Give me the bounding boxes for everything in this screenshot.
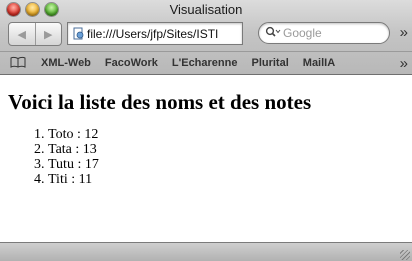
window-title: Visualisation <box>169 2 243 17</box>
window-chrome: Visualisation ◀ ▶ file:///Users/jfp/Site… <box>0 0 412 75</box>
forward-arrow-icon: ▶ <box>44 28 53 41</box>
bookmarks-bar: XML-Web FacoWork L'Echarenne Plurital Ma… <box>0 51 412 74</box>
toolbar: ◀ ▶ file:///Users/jfp/Sites/ISTI Google … <box>0 21 412 47</box>
bookmarks-overflow-button[interactable]: » <box>400 55 408 72</box>
page-content: Voici la liste des noms et des notes Tot… <box>0 75 412 242</box>
list-item: Titi : 11 <box>48 172 412 187</box>
list-item: Tata : 13 <box>48 142 412 157</box>
grades-list: Toto : 12 Tata : 13 Tutu : 17 Titi : 11 <box>0 127 412 187</box>
toolbar-overflow-button[interactable]: » <box>400 24 408 41</box>
address-bar[interactable]: file:///Users/jfp/Sites/ISTI <box>67 22 243 45</box>
bookmark-item[interactable]: FacoWork <box>98 57 165 69</box>
back-arrow-icon: ◀ <box>17 28 26 41</box>
list-item: Toto : 12 <box>48 127 412 142</box>
list-item: Tutu : 17 <box>48 157 412 172</box>
bookmark-item[interactable]: MailIA <box>296 57 342 69</box>
bookmarks-book-icon[interactable] <box>10 56 26 71</box>
forward-button[interactable]: ▶ <box>34 23 62 45</box>
resize-grip-icon[interactable] <box>400 250 410 260</box>
search-placeholder: Google <box>283 26 322 40</box>
search-icon <box>265 26 283 41</box>
bookmark-item[interactable]: XML-Web <box>34 57 98 69</box>
bookmark-item[interactable]: L'Echarenne <box>165 57 245 69</box>
nav-buttons: ◀ ▶ <box>8 22 62 46</box>
search-field[interactable]: Google <box>258 22 390 44</box>
status-bar <box>0 242 412 261</box>
page-heading: Voici la liste des noms et des notes <box>8 90 312 114</box>
back-button[interactable]: ◀ <box>9 23 35 45</box>
bookmark-item[interactable]: Plurital <box>244 57 295 69</box>
browser-window: Visualisation ◀ ▶ file:///Users/jfp/Site… <box>0 0 412 261</box>
file-favicon-icon <box>71 27 85 41</box>
address-text[interactable]: file:///Users/jfp/Sites/ISTI <box>87 27 218 41</box>
